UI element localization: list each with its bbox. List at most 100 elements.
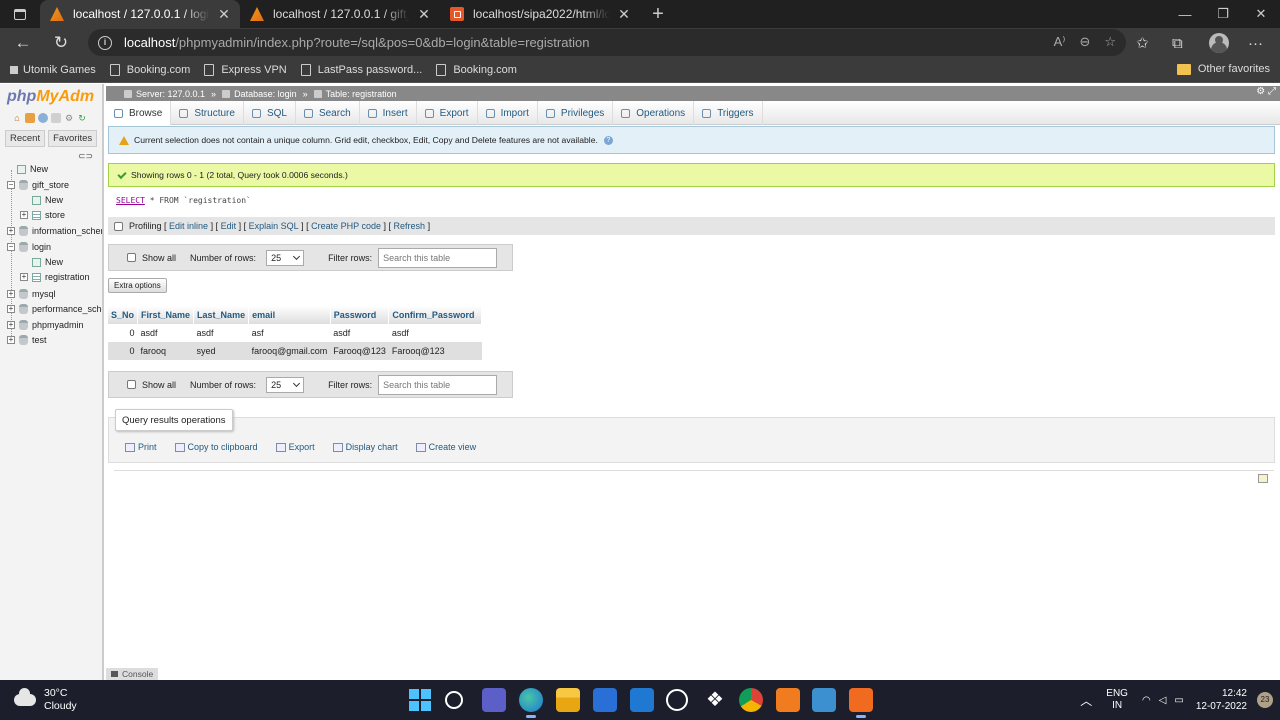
edit-inline-link[interactable]: Edit inline <box>169 221 208 231</box>
sql-query[interactable]: SELECT * FROM `registration` <box>108 189 1275 215</box>
refresh-link[interactable]: Refresh <box>394 221 426 231</box>
filter-rows-input[interactable]: Search this table <box>378 374 498 395</box>
create-php-code-link[interactable]: Create PHP code <box>311 221 381 231</box>
column-header[interactable]: S_No <box>108 306 139 324</box>
collections-icon[interactable]: ⧉ <box>1172 28 1183 58</box>
column-header[interactable]: email <box>248 306 331 324</box>
explain-sql-link[interactable]: Explain SQL <box>249 221 299 231</box>
bookmark-item[interactable]: LastPass password... <box>300 64 422 76</box>
recent-tab[interactable]: Recent <box>5 130 46 147</box>
help-icon[interactable]: ? <box>603 135 613 145</box>
breadcrumb-table[interactable]: Table: registration <box>313 89 397 99</box>
bookmark-item[interactable]: Utomik Games <box>10 64 96 76</box>
rows-select[interactable]: 25 <box>266 249 305 266</box>
bookmark-item[interactable]: Booking.com <box>436 64 517 76</box>
collapse-icon[interactable]: − <box>7 243 15 251</box>
tree-table-store[interactable]: + store <box>20 208 65 222</box>
add-favorite-icon[interactable]: ☆ <box>1104 34 1116 50</box>
notification-badge[interactable]: 23 <box>1257 692 1273 708</box>
dropbox-icon[interactable]: ❖ <box>703 688 727 712</box>
expand-icon[interactable]: + <box>20 273 28 281</box>
battery-icon[interactable]: ▭ <box>1174 695 1183 706</box>
logout-icon[interactable] <box>25 113 35 123</box>
tree-login-new[interactable]: New <box>32 255 63 269</box>
refresh-button[interactable]: ↻ <box>42 33 80 53</box>
minimize-button[interactable]: — <box>1166 0 1204 28</box>
tree-db-mysql[interactable]: + mysql <box>7 287 56 301</box>
expand-icon[interactable]: + <box>7 227 15 235</box>
bookmark-item[interactable]: Express VPN <box>204 64 287 76</box>
tab-operations[interactable]: Operations <box>613 101 695 125</box>
home-icon[interactable]: ⌂ <box>12 113 22 123</box>
extra-options-button[interactable]: Extra options <box>108 278 167 293</box>
search-icon[interactable] <box>445 691 463 709</box>
github-icon[interactable] <box>666 689 688 711</box>
column-header[interactable]: First_Name <box>137 306 195 324</box>
column-header[interactable]: Password <box>330 306 390 324</box>
tab-privileges[interactable]: Privileges <box>538 101 614 125</box>
tree-gift-new[interactable]: New <box>32 193 63 207</box>
breadcrumb-server[interactable]: Server: 127.0.0.1 <box>124 89 205 99</box>
mail-icon[interactable] <box>630 688 654 712</box>
expand-icon[interactable]: + <box>7 321 15 329</box>
read-aloud-icon[interactable]: A⁾ <box>1054 34 1066 50</box>
tab-browse[interactable]: Browse <box>106 101 172 125</box>
expand-icon[interactable]: + <box>7 305 15 313</box>
show-all-checkbox[interactable] <box>127 253 136 262</box>
tree-db-information-schema[interactable]: +information_schema <box>7 224 102 238</box>
tree-db-phpmyadmin[interactable]: + phpmyadmin <box>7 318 84 332</box>
show-all-checkbox[interactable] <box>127 380 136 389</box>
close-window-button[interactable]: ✕ <box>1242 0 1280 28</box>
tab-structure[interactable]: Structure <box>171 101 244 125</box>
settings-icons[interactable]: ⚙ ⤢ <box>1256 86 1276 97</box>
reload-icon[interactable]: ↻ <box>77 113 87 123</box>
new-tab-button[interactable]: + <box>640 0 676 28</box>
tab-search[interactable]: Search <box>296 101 360 125</box>
copy-to-clipboard-link[interactable]: Copy to clipboard <box>174 442 258 452</box>
weather-widget[interactable]: 30°C Cloudy <box>14 687 77 713</box>
tree-new[interactable]: New <box>17 162 48 176</box>
teams-chat-icon[interactable] <box>482 688 506 712</box>
link-icon[interactable]: ⊂⊃ <box>78 151 93 162</box>
chevron-up-icon[interactable]: ︿ <box>1080 692 1092 709</box>
tree-db-test[interactable]: + test <box>7 333 47 347</box>
other-favorites[interactable]: Other favorites <box>1176 63 1270 75</box>
tree-db-gift-store[interactable]: − gift_store <box>7 178 69 192</box>
clock[interactable]: 12:42 12-07-2022 <box>1196 687 1247 713</box>
tab-insert[interactable]: Insert <box>360 101 417 125</box>
query-icon[interactable] <box>38 113 48 123</box>
tab-actions-menu[interactable] <box>0 0 40 28</box>
edge-icon[interactable] <box>519 688 543 718</box>
wifi-icon[interactable]: ◠ <box>1142 695 1151 706</box>
bookmark-icon[interactable] <box>1258 474 1268 483</box>
store-icon[interactable] <box>593 688 617 712</box>
filter-rows-input[interactable]: Search this table <box>378 247 498 268</box>
export-link[interactable]: Export <box>275 442 315 452</box>
expand-icon[interactable]: + <box>7 290 15 298</box>
site-info-icon[interactable]: i <box>98 35 112 50</box>
docs-icon[interactable] <box>51 113 61 123</box>
tab-sql[interactable]: SQL <box>244 101 296 125</box>
print-link[interactable]: Print <box>125 442 157 452</box>
notepad-icon[interactable] <box>812 688 836 712</box>
favorites-tab[interactable]: Favorites <box>48 130 98 147</box>
maximize-button[interactable]: ❐ <box>1204 0 1242 28</box>
breadcrumb-database[interactable]: Database: login <box>222 89 297 99</box>
gear-icon[interactable]: ⚙ <box>64 113 74 123</box>
profile-button[interactable] <box>1209 28 1229 58</box>
volume-icon[interactable]: ◁ <box>1159 695 1167 706</box>
zoom-icon[interactable]: ⊖ <box>1079 34 1090 50</box>
close-tab-icon[interactable]: ✕ <box>216 6 232 23</box>
tree-db-login[interactable]: − login <box>7 240 51 254</box>
expand-icon[interactable]: + <box>7 336 15 344</box>
display-chart-link[interactable]: Display chart <box>332 442 398 452</box>
xampp-icon[interactable] <box>849 688 873 718</box>
browser-tab-1[interactable]: localhost / 127.0.0.1 / login / registra… <box>40 0 240 28</box>
sublime-icon[interactable] <box>776 688 800 712</box>
column-header[interactable]: Confirm_Password <box>388 306 483 324</box>
phpmyadmin-logo[interactable]: phpMyAdm <box>7 88 94 106</box>
settings-menu-icon[interactable]: ··· <box>1248 28 1263 58</box>
favorites-icon[interactable]: ✩ <box>1136 28 1149 58</box>
bookmark-item[interactable]: Booking.com <box>109 64 190 76</box>
chrome-icon[interactable] <box>739 688 763 712</box>
